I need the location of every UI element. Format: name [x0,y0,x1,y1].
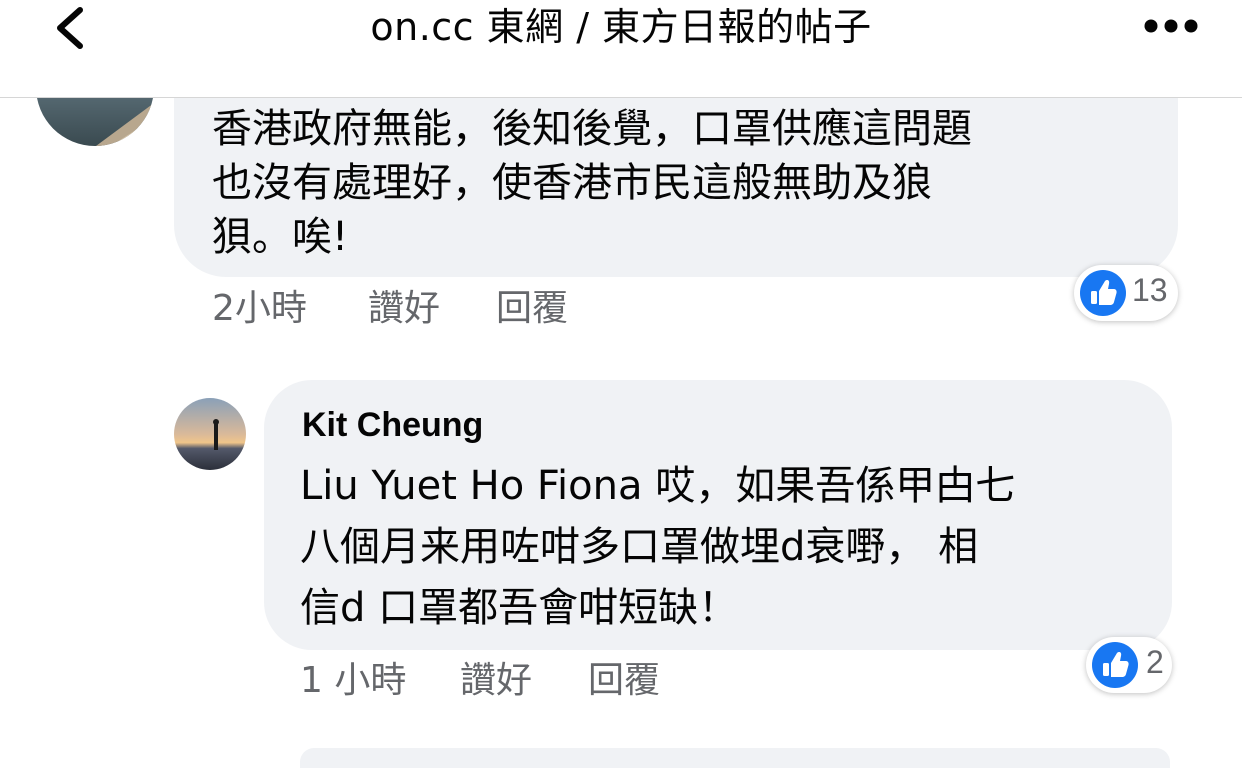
reply-button[interactable]: 回覆 [496,287,568,331]
avatar[interactable] [174,398,246,470]
comment-line: 信d 口罩都吾會咁短缺！ [300,585,739,631]
reaction-count: 13 [1132,272,1168,308]
more-options-button[interactable] [1144,16,1198,36]
reply-button[interactable]: 回覆 [588,659,660,703]
like-button[interactable]: 讚好 [368,287,440,331]
comment-line: 狽。唉! [212,214,349,260]
comment-text: Liu Yuet Ho Fiona 哎，如果吾係甲甴七 八個月来用咗咁多口罩做埋… [300,456,1160,639]
comment-text: 香港政府無能，後知後覺，口罩供應這問題 也沒有處理好，使香港市民這般無助及狼 狽… [212,102,1162,264]
comment-timestamp[interactable]: 2小時 [212,287,307,331]
comment-timestamp[interactable]: 1 小時 [300,659,406,703]
comment-line: 香港政府無能，後知後覺，口罩供應這問題 [212,106,972,152]
page-title: on.cc 東網 / 東方日報的帖子 [370,5,872,49]
comment-meta: 2小時 讚好 回覆 [212,287,712,331]
comment-line: 也沒有處理好，使香港市民這般無助及狼 [212,160,932,206]
thumbs-up-icon [1092,642,1138,688]
top-bar: on.cc 東網 / 東方日報的帖子 [0,0,1242,98]
comment-bubble [300,748,1170,768]
comment-meta: 1 小時 讚好 回覆 [300,659,800,703]
reaction-count: 2 [1146,644,1164,680]
reaction-badge[interactable]: 13 [1074,265,1178,321]
comment-line: Liu Yuet Ho Fiona 哎，如果吾係甲甴七 [300,463,1016,509]
thumbs-up-icon [1080,270,1126,316]
comment-author[interactable]: Kit Cheung [302,406,483,445]
comment-line: 八個月来用咗咁多口罩做埋d衰嘢， 相 [300,524,979,570]
more-dots-icon [1144,19,1198,33]
reaction-badge[interactable]: 2 [1086,637,1172,693]
like-button[interactable]: 讚好 [460,659,532,703]
